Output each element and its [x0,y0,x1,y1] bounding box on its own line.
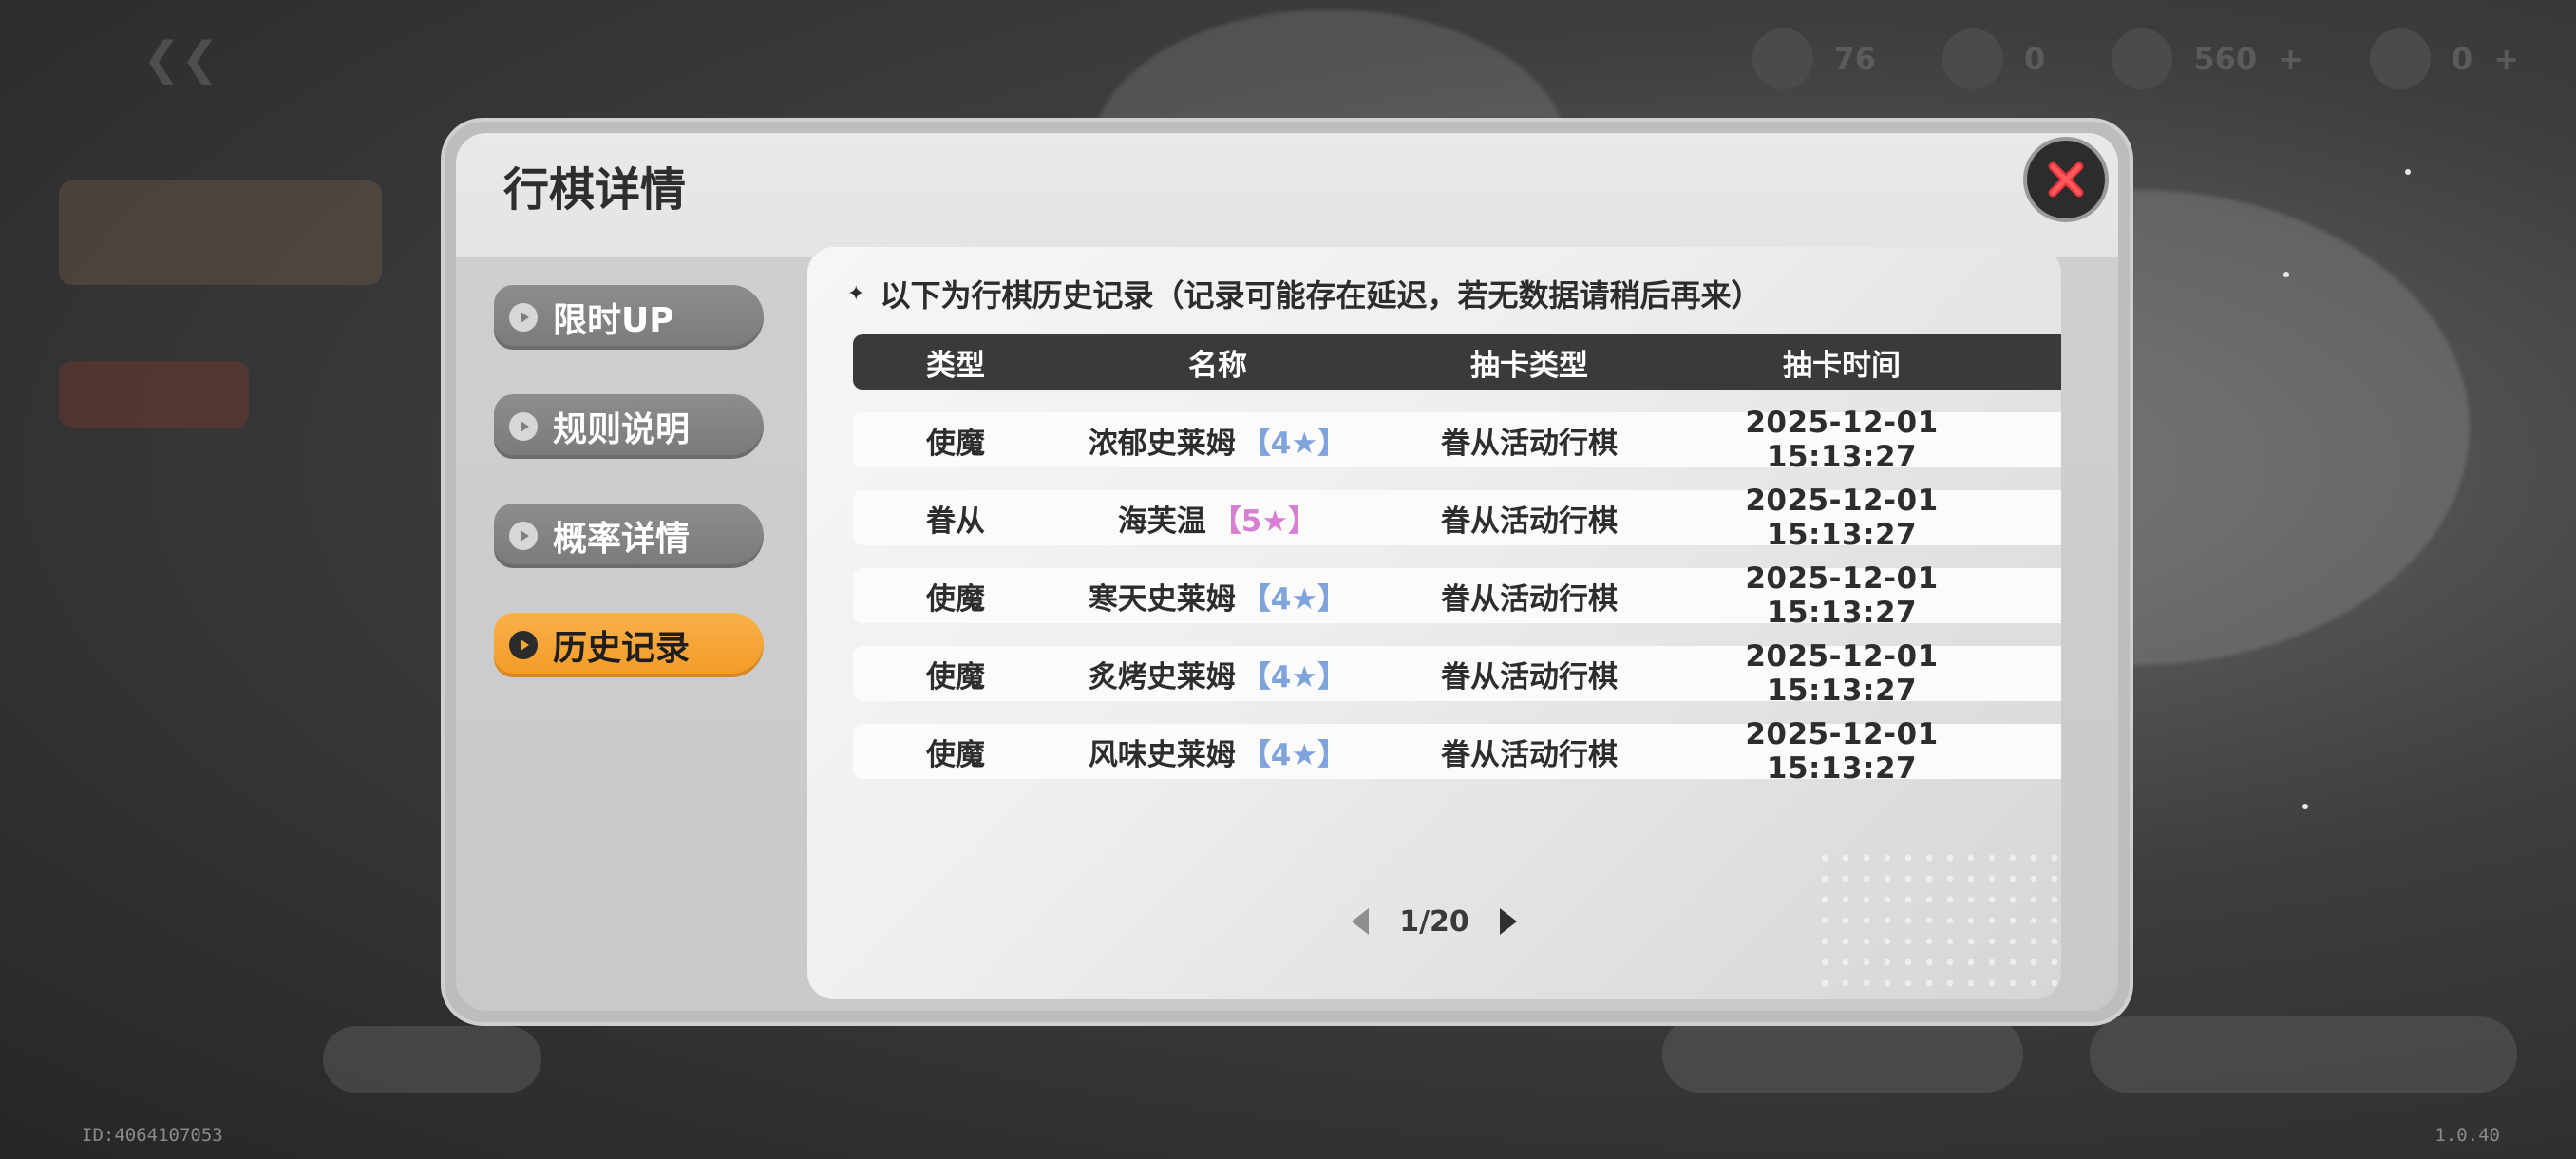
cell-gacha-type: 眷从活动行棋 [1441,504,1618,539]
item-name: 风味史莱姆 [1088,737,1236,772]
header-gacha-type: 抽卡类型 [1470,348,1588,383]
cell-name: 炙烤史莱姆 【4★】 [1058,653,1377,695]
resource-value: 0 [2451,41,2473,77]
bg-draw-once-button [1662,1016,2023,1092]
cell-type: 使魔 [926,737,985,772]
next-page-icon[interactable] [1494,902,1523,940]
cell-time: 2025-12-01 15:13:27 [1745,406,1939,474]
bg-detail-button [323,1026,541,1092]
sparkle [2283,272,2289,277]
nav-probability[interactable]: 概率详情 [494,504,764,568]
rarity-badge: 【4★】 [1241,426,1348,461]
cell-gacha-type: 眷从活动行棋 [1441,737,1618,772]
page-indicator: 1/20 [1399,904,1469,939]
cell-time: 2025-12-01 15:13:27 [1745,639,1939,708]
rarity-badge: 【4★】 [1241,737,1348,772]
history-table: 类型 名称 抽卡类型 抽卡时间 使魔 浓郁史莱姆 【4★】 眷从活动行棋 2025… [853,334,2061,786]
coin-icon [1752,28,1813,89]
resource-value: 76 [1833,41,1877,77]
cell-type: 使魔 [926,426,985,461]
item-name: 浓郁史莱姆 [1088,426,1236,461]
cell-time: 2025-12-01 15:13:27 [1745,484,1939,552]
history-notice: ✦ 以下为行棋历史记录（记录可能存在延迟，若无数据请稍后再来） [847,272,1761,315]
add-icon[interactable]: + [2493,41,2519,77]
cell-name: 寒天史莱姆 【4★】 [1058,575,1377,618]
play-bullet-icon [509,303,538,332]
nav-rules[interactable]: 规则说明 [494,394,764,459]
cell-type: 使魔 [926,659,985,694]
version-label: 1.0.40 [2434,1125,2500,1146]
item-name: 海芙温 [1117,504,1206,539]
bg-banner-card [59,180,382,285]
cell-name: 海芙温 【5★】 [1058,497,1377,540]
nav-label: 限时UP [553,301,674,340]
cell-type: 眷从 [926,504,985,539]
table-row: 使魔 炙烤史莱姆 【4★】 眷从活动行棋 2025-12-01 15:13:27 [853,639,2061,708]
nav-label: 规则说明 [553,410,691,449]
prev-page-icon[interactable] [1346,902,1374,940]
rarity-badge: 【4★】 [1241,581,1348,617]
nav-label: 概率详情 [553,520,691,559]
table-header: 类型 名称 抽卡类型 抽卡时间 [853,334,2061,390]
table-row: 眷从 海芙温 【5★】 眷从活动行棋 2025-12-01 15:13:27 [853,484,2061,552]
item-name: 寒天史莱姆 [1088,581,1236,617]
cell-gacha-type: 眷从活动行棋 [1441,426,1618,461]
modal-body: 行棋详情 限时UP 规则说明 概率详情 历史记录 ✦ 以下为行棋历史记录（记录可… [456,133,2118,1011]
table-row: 使魔 风味史莱姆 【4★】 眷从活动行棋 2025-12-01 15:13:27 [853,717,2061,786]
cell-gacha-type: 眷从活动行棋 [1441,659,1618,694]
cell-name: 风味史莱姆 【4★】 [1058,731,1377,773]
resource-character: 0 [1942,28,2045,89]
play-bullet-icon [509,522,538,550]
side-nav: 限时UP 规则说明 概率详情 历史记录 [494,285,764,722]
character-icon [1942,28,2004,89]
resource-coin: 76 [1752,28,1877,89]
cell-gacha-type: 眷从活动行棋 [1441,581,1618,617]
table-row: 使魔 寒天史莱姆 【4★】 眷从活动行棋 2025-12-01 15:13:27 [853,561,2061,630]
nav-history[interactable]: 历史记录 [494,613,764,677]
nav-label: 历史记录 [553,629,691,668]
bg-banner-card [59,361,249,428]
crown-icon [2369,28,2431,89]
table-row: 使魔 浓郁史莱姆 【4★】 眷从活动行棋 2025-12-01 15:13:27 [853,406,2061,474]
rarity-badge: 【5★】 [1211,504,1318,539]
play-bullet-icon [509,412,538,441]
notice-text: 以下为行棋历史记录（记录可能存在延迟，若无数据请稍后再来） [880,277,1762,314]
cell-type: 使魔 [926,581,985,617]
resource-crystal: 560 + [2112,28,2303,89]
resource-crown: 0 + [2369,28,2519,89]
bg-draw-ten-button [2090,1016,2517,1092]
rarity-badge: 【4★】 [1241,659,1348,694]
sparkle-icon: ✦ [847,281,865,306]
history-panel: ✦ 以下为行棋历史记录（记录可能存在延迟，若无数据请稍后再来） 类型 名称 抽卡… [807,247,2061,999]
close-icon [2048,162,2084,198]
close-button[interactable] [2027,141,2105,218]
cell-time: 2025-12-01 15:13:27 [1745,717,1939,786]
play-bullet-icon [509,631,538,659]
header-name: 名称 [1188,348,1247,383]
sparkle [2405,169,2411,175]
header-type: 类型 [926,348,985,383]
resource-value: 0 [2024,41,2046,77]
add-icon[interactable]: + [2278,41,2303,77]
header-gacha-time: 抽卡时间 [1783,348,1901,383]
crystal-icon [2112,28,2173,89]
player-id: ID:4064107053 [82,1125,223,1146]
decorative-dot-pattern [1814,847,2061,999]
cell-name: 浓郁史莱姆 【4★】 [1058,419,1377,462]
back-arrow-icon[interactable]: ❮❮ [142,36,218,82]
item-name: 炙烤史莱姆 [1088,659,1236,694]
modal-title: 行棋详情 [503,163,687,217]
resource-bar: 76 0 560 + 0 + [1752,28,2519,89]
resource-value: 560 [2193,41,2258,77]
gacha-detail-modal: 行棋详情 限时UP 规则说明 概率详情 历史记录 ✦ 以下为行棋历史记录（记录可… [445,122,2130,1022]
sparkle [2302,804,2308,809]
nav-limited-up[interactable]: 限时UP [494,285,764,350]
cell-time: 2025-12-01 15:13:27 [1745,561,1939,630]
